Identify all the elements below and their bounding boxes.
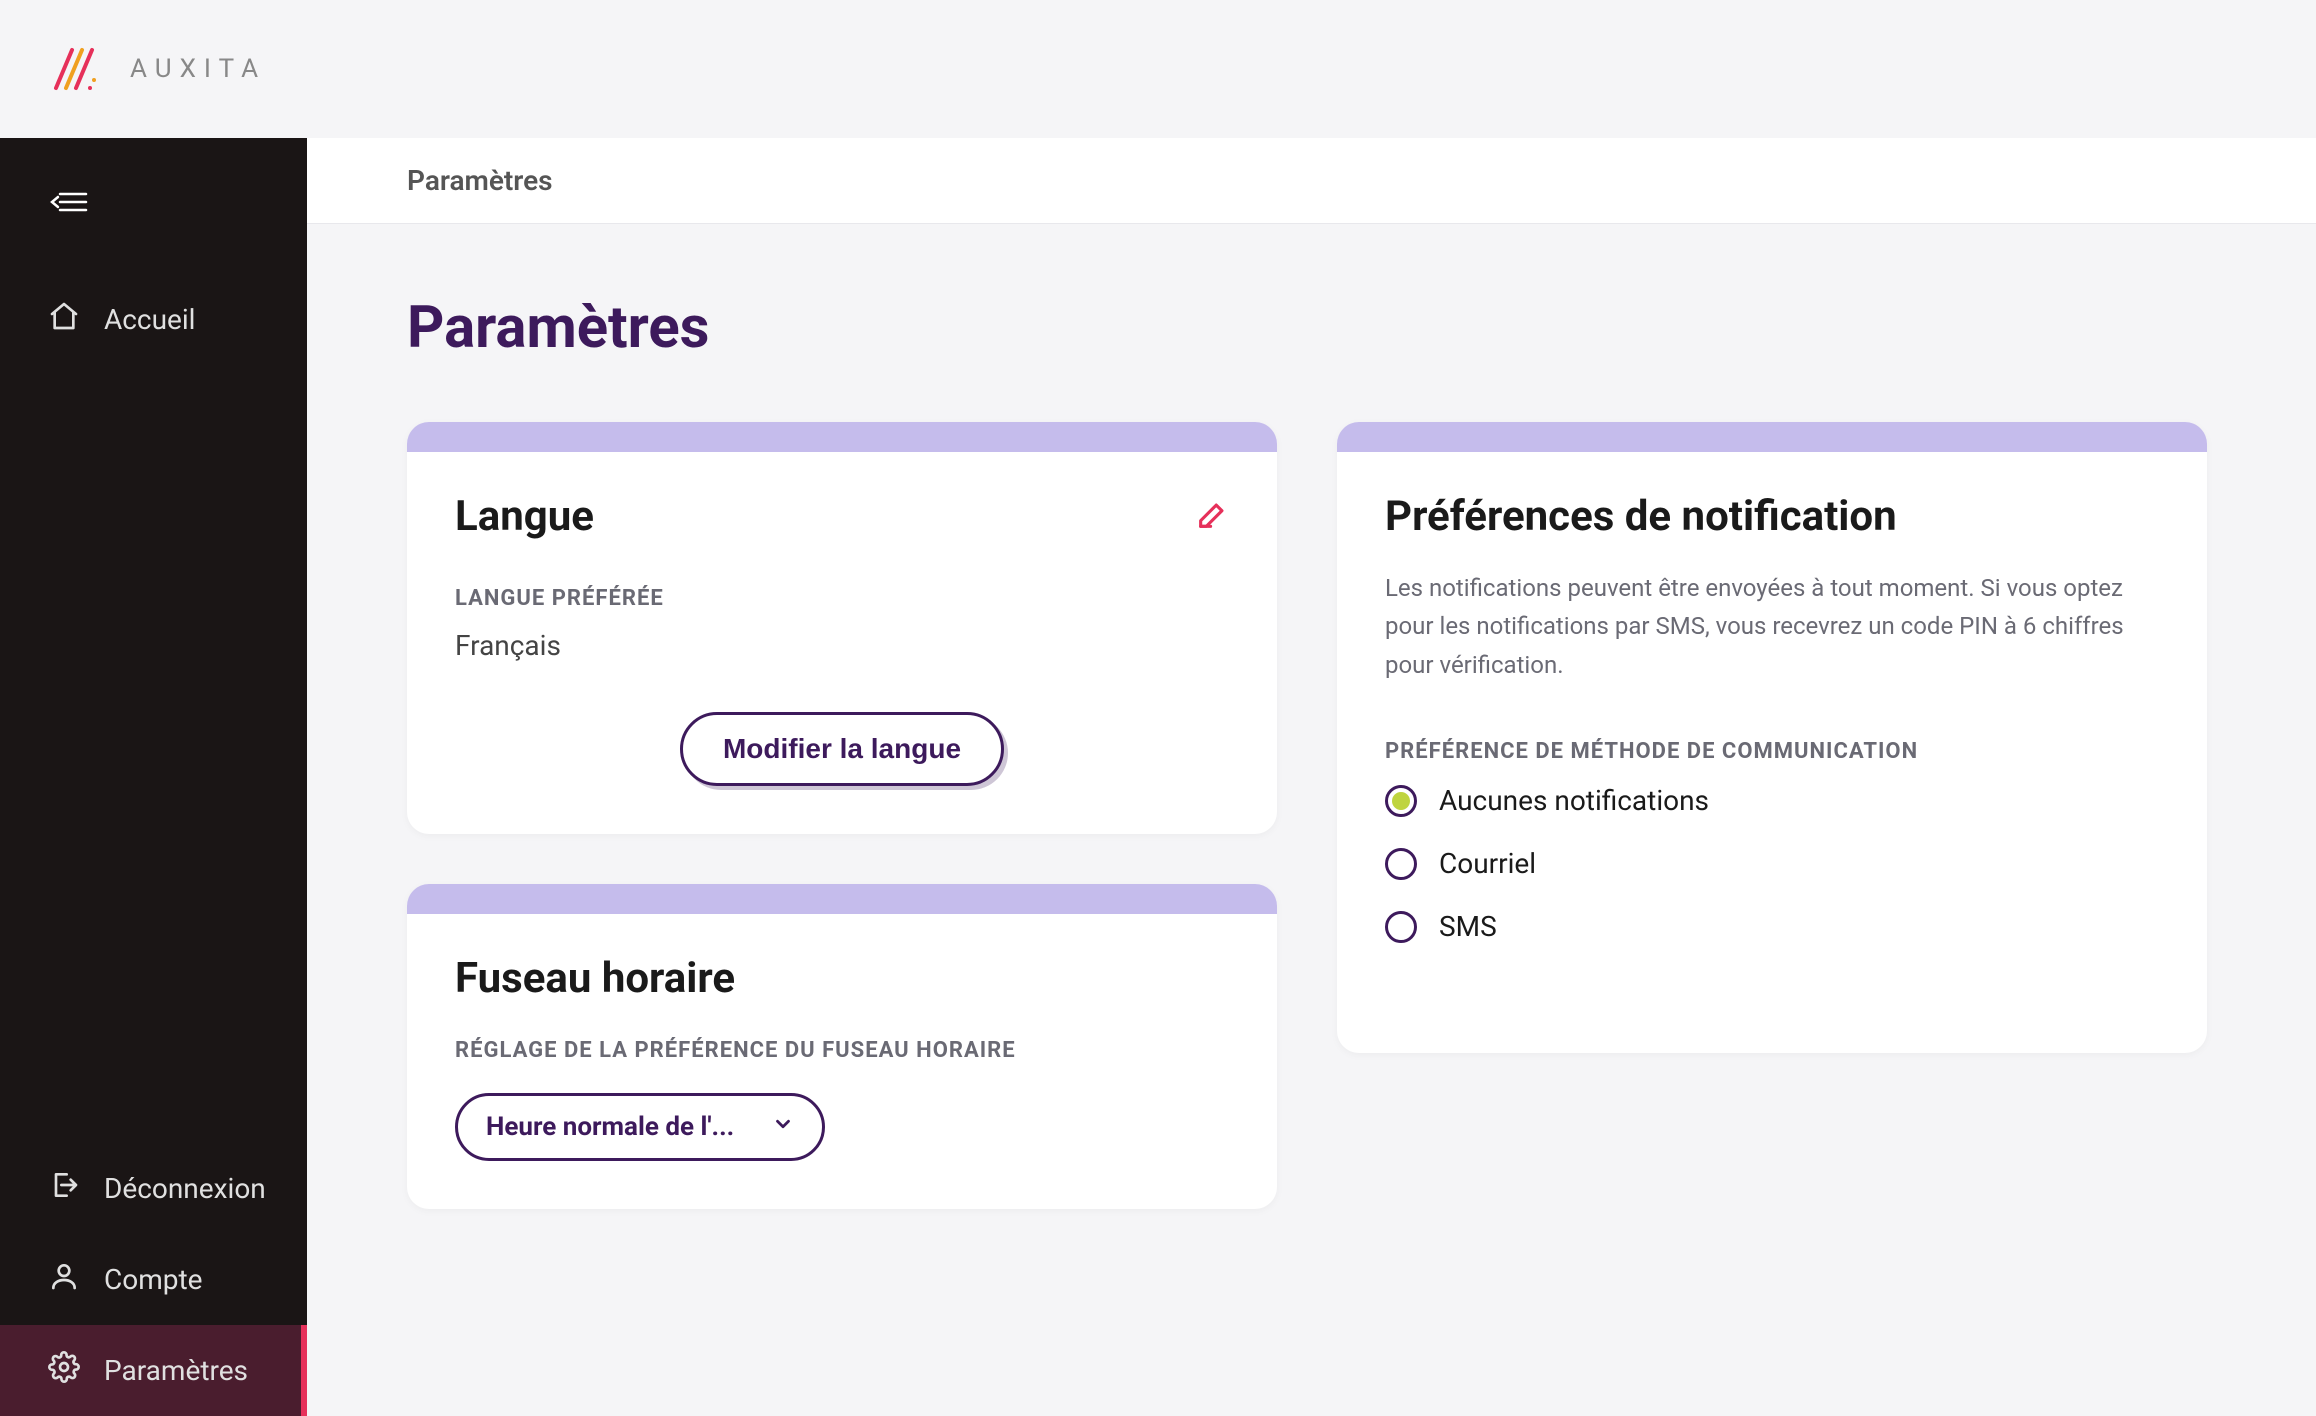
card-accent xyxy=(1337,422,2207,452)
radio-icon xyxy=(1385,848,1417,880)
sidebar-item-settings[interactable]: Paramètres xyxy=(0,1325,307,1416)
notifications-card: Préférences de notification Les notifica… xyxy=(1337,422,2207,1053)
notifications-label: PRÉFÉRENCE DE MÉTHODE DE COMMUNICATION xyxy=(1385,739,2159,764)
timezone-label: RÉGLAGE DE LA PRÉFÉRENCE DU FUSEAU HORAI… xyxy=(455,1038,1229,1063)
radio-option-email[interactable]: Courriel xyxy=(1385,847,2159,880)
sidebar-item-label: Déconnexion xyxy=(104,1172,266,1205)
home-icon xyxy=(48,300,80,339)
content-area: Paramètres Paramètres Langue xyxy=(307,138,2316,1416)
logo-mark-icon xyxy=(50,44,100,94)
arrow-left-menu-icon xyxy=(50,189,88,224)
sidebar-item-home[interactable]: Accueil xyxy=(0,274,307,365)
gear-icon xyxy=(48,1351,80,1390)
timezone-selected-value: Heure normale de l'... xyxy=(486,1112,734,1142)
radio-label: SMS xyxy=(1439,910,1497,943)
breadcrumb-text: Paramètres xyxy=(407,164,2216,197)
timezone-card: Fuseau horaire RÉGLAGE DE LA PRÉFÉRENCE … xyxy=(407,884,1277,1209)
pencil-icon xyxy=(1195,517,1229,536)
sidebar-item-account[interactable]: Compte xyxy=(0,1234,307,1325)
user-icon xyxy=(48,1260,80,1299)
brand-name: AUXITA xyxy=(130,54,266,84)
notifications-card-title: Préférences de notification xyxy=(1385,492,1897,541)
card-accent xyxy=(407,422,1277,452)
sidebar: Accueil Déconnexion xyxy=(0,138,307,1416)
edit-language-button[interactable] xyxy=(1195,498,1229,536)
language-value: Français xyxy=(455,629,1229,662)
radio-option-sms[interactable]: SMS xyxy=(1385,910,2159,943)
radio-label: Courriel xyxy=(1439,847,1536,880)
chevron-down-icon xyxy=(772,1112,794,1142)
card-accent xyxy=(407,884,1277,914)
app-header: AUXITA xyxy=(0,0,2316,138)
radio-icon xyxy=(1385,785,1417,817)
language-card-title: Langue xyxy=(455,492,594,541)
sidebar-item-label: Compte xyxy=(104,1263,202,1296)
radio-icon xyxy=(1385,911,1417,943)
logout-icon xyxy=(48,1169,80,1208)
sidebar-item-logout[interactable]: Déconnexion xyxy=(0,1143,307,1234)
language-label: LANGUE PRÉFÉRÉE xyxy=(455,586,1229,611)
modify-language-button[interactable]: Modifier la langue xyxy=(680,712,1004,786)
sidebar-item-label: Accueil xyxy=(104,303,195,336)
collapse-sidebar-button[interactable] xyxy=(0,188,307,274)
brand-logo: AUXITA xyxy=(50,44,266,94)
language-card: Langue xyxy=(407,422,1277,834)
breadcrumb: Paramètres xyxy=(307,138,2316,224)
timezone-select[interactable]: Heure normale de l'... xyxy=(455,1093,825,1161)
timezone-card-title: Fuseau horaire xyxy=(455,954,735,1003)
radio-option-none[interactable]: Aucunes notifications xyxy=(1385,784,2159,817)
sidebar-item-label: Paramètres xyxy=(104,1354,248,1387)
page-title: Paramètres xyxy=(407,294,2216,362)
modify-language-button-label: Modifier la langue xyxy=(723,733,961,765)
notification-method-radio-group: Aucunes notifications Courriel SMS xyxy=(1385,784,2159,943)
radio-label: Aucunes notifications xyxy=(1439,784,1709,817)
notifications-description: Les notifications peuvent être envoyées … xyxy=(1385,569,2159,684)
